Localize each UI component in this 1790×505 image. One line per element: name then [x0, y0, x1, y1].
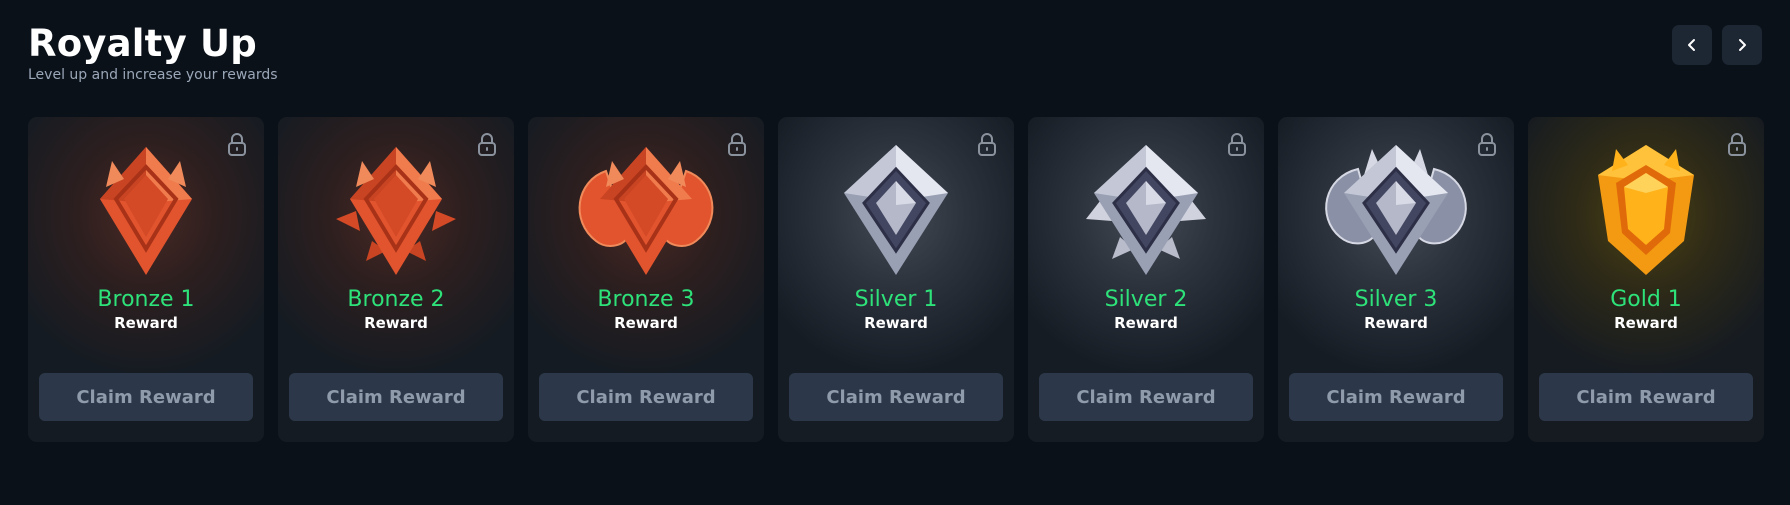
- next-button[interactable]: [1722, 25, 1762, 65]
- reward-label: Reward: [1614, 314, 1678, 332]
- gold-1-badge-icon: [1598, 145, 1694, 275]
- lock-icon: [228, 133, 246, 156]
- tier-name: Bronze 1: [97, 287, 195, 312]
- tier-name: Silver 3: [1354, 287, 1438, 312]
- tier-name: Silver 2: [1104, 287, 1188, 312]
- reward-label: Reward: [864, 314, 928, 332]
- reward-card-silver-2: Silver 2 Reward Claim Reward: [1028, 117, 1264, 442]
- lock-icon: [1728, 133, 1746, 156]
- chevron-right-icon: [1739, 39, 1746, 51]
- claim-reward-button[interactable]: Claim Reward: [539, 373, 753, 421]
- tier-name: Bronze 2: [347, 287, 445, 312]
- lock-icon: [1478, 133, 1496, 156]
- reward-label: Reward: [364, 314, 428, 332]
- bronze-2-badge-icon: [336, 147, 456, 275]
- lock-icon: [1228, 133, 1246, 156]
- tier-name: Silver 1: [854, 287, 938, 312]
- reward-card-bronze-2: Bronze 2 Reward Claim Reward: [278, 117, 514, 442]
- claim-reward-button[interactable]: Claim Reward: [1539, 373, 1753, 421]
- page-header: Royalty Up Level up and increase your re…: [28, 22, 278, 84]
- silver-2-badge-icon: [1086, 145, 1206, 275]
- claim-reward-button[interactable]: Claim Reward: [1039, 373, 1253, 421]
- page-title: Royalty Up: [28, 22, 257, 65]
- reward-card-list: Bronze 1 Reward Claim Reward Bronze 2 Re…: [28, 117, 1764, 442]
- reward-label: Reward: [614, 314, 678, 332]
- reward-card-bronze-3: Bronze 3 Reward Claim Reward: [528, 117, 764, 442]
- lock-icon: [728, 133, 746, 156]
- claim-reward-button[interactable]: Claim Reward: [289, 373, 503, 421]
- reward-card-bronze-1: Bronze 1 Reward Claim Reward: [28, 117, 264, 442]
- tier-name: Gold 1: [1610, 287, 1682, 312]
- claim-reward-button[interactable]: Claim Reward: [1289, 373, 1503, 421]
- tier-name: Bronze 3: [597, 287, 695, 312]
- prev-button[interactable]: [1672, 25, 1712, 65]
- silver-3-badge-icon: [1325, 145, 1467, 275]
- claim-reward-button[interactable]: Claim Reward: [39, 373, 253, 421]
- lock-icon: [478, 133, 496, 156]
- bronze-3-badge-icon: [578, 147, 714, 275]
- reward-label: Reward: [114, 314, 178, 332]
- reward-card-gold-1: Gold 1 Reward Claim Reward: [1528, 117, 1764, 442]
- silver-1-badge-icon: [844, 145, 948, 275]
- page-subtitle: Level up and increase your rewards: [28, 67, 278, 83]
- claim-reward-button[interactable]: Claim Reward: [789, 373, 1003, 421]
- chevron-left-icon: [1688, 39, 1695, 51]
- reward-label: Reward: [1364, 314, 1428, 332]
- reward-label: Reward: [1114, 314, 1178, 332]
- reward-card-silver-1: Silver 1 Reward Claim Reward: [778, 117, 1014, 442]
- reward-card-silver-3: Silver 3 Reward Claim Reward: [1278, 117, 1514, 442]
- lock-icon: [978, 133, 996, 156]
- carousel-nav: [1672, 25, 1762, 65]
- bronze-1-badge-icon: [100, 147, 192, 275]
